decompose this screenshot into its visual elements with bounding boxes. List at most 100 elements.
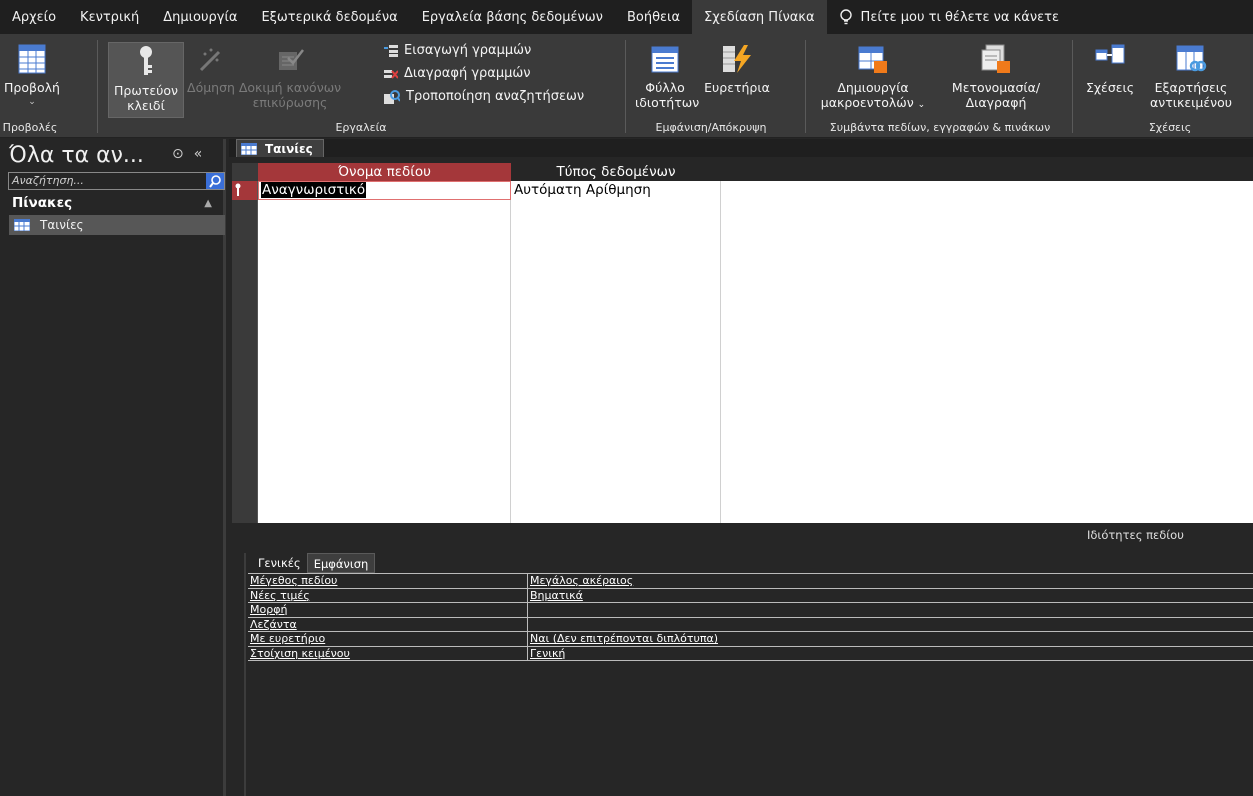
description-cell[interactable]	[721, 428, 1253, 447]
row-selector[interactable]	[232, 428, 258, 447]
view-button[interactable]: Προβολή ⌄	[4, 44, 60, 114]
row-selector[interactable]	[232, 276, 258, 295]
description-cell[interactable]	[721, 390, 1253, 409]
document-tab[interactable]: Ταινίες	[236, 139, 324, 158]
data-type-cell[interactable]	[511, 314, 721, 333]
primary-key-button[interactable]: Πρωτεύον κλειδί	[108, 42, 184, 118]
description-cell[interactable]	[721, 371, 1253, 390]
description-cell[interactable]	[721, 219, 1253, 238]
row-selector[interactable]	[232, 238, 258, 257]
nav-section-tables[interactable]: Πίνακες ▲	[12, 193, 222, 213]
row-selector[interactable]	[232, 466, 258, 485]
nav-search-input[interactable]: Αναζήτηση...	[8, 172, 225, 190]
description-cell[interactable]	[721, 314, 1253, 333]
tab-help[interactable]: Βοήθεια	[615, 0, 692, 34]
property-value[interactable]: Βηματικά	[528, 589, 1253, 603]
row-selector[interactable]	[232, 504, 258, 523]
field-name-cell[interactable]	[258, 371, 511, 390]
field-name-cell[interactable]	[258, 200, 511, 219]
data-type-cell[interactable]	[511, 409, 721, 428]
description-cell[interactable]	[721, 200, 1253, 219]
data-type-cell[interactable]	[511, 257, 721, 276]
object-dependencies-button[interactable]: Εξαρτήσεις αντικειμένου	[1143, 44, 1239, 116]
rename-delete-macro-button[interactable]: Μετονομασία/ Διαγραφή	[946, 44, 1046, 116]
description-cell[interactable]	[721, 466, 1253, 485]
row-selector[interactable]	[232, 333, 258, 352]
tab-general[interactable]: Γενικές	[252, 553, 307, 573]
tab-file[interactable]: Αρχείο	[0, 0, 68, 34]
field-name-cell[interactable]	[258, 314, 511, 333]
description-cell[interactable]	[721, 181, 1253, 200]
row-selector[interactable]	[232, 181, 258, 200]
data-type-cell[interactable]	[511, 333, 721, 352]
builder-button[interactable]: Δόμηση	[186, 44, 236, 114]
nav-pane-title[interactable]: Όλα τα αν...	[9, 139, 144, 171]
property-value[interactable]: Γενική	[528, 647, 1253, 661]
description-cell[interactable]	[721, 352, 1253, 371]
data-type-cell[interactable]	[511, 466, 721, 485]
tab-lookup[interactable]: Εμφάνιση	[306, 553, 376, 573]
column-header-field-name[interactable]: Όνομα πεδίου	[258, 163, 511, 181]
description-cell[interactable]	[721, 295, 1253, 314]
description-cell[interactable]	[721, 333, 1253, 352]
description-cell[interactable]	[721, 409, 1253, 428]
field-name-cell[interactable]	[258, 257, 511, 276]
tab-database-tools[interactable]: Εργαλεία βάσης δεδομένων	[410, 0, 615, 34]
delete-rows-button[interactable]: Διαγραφή γραμμών	[384, 66, 531, 81]
description-cell[interactable]	[721, 485, 1253, 504]
insert-rows-button[interactable]: Εισαγωγή γραμμών	[384, 43, 531, 58]
data-type-cell[interactable]	[511, 276, 721, 295]
row-selector[interactable]	[232, 314, 258, 333]
field-name-cell[interactable]	[258, 333, 511, 352]
data-type-cell[interactable]	[511, 485, 721, 504]
field-name-cell[interactable]	[258, 485, 511, 504]
field-name-cell[interactable]	[258, 352, 511, 371]
field-name-cell[interactable]	[258, 409, 511, 428]
description-cell[interactable]	[721, 276, 1253, 295]
data-type-cell[interactable]	[511, 295, 721, 314]
data-type-cell[interactable]	[511, 219, 721, 238]
nav-section-collapse-icon[interactable]: ▲	[204, 198, 212, 209]
field-name-cell[interactable]	[258, 447, 511, 466]
nav-menu-dropdown-icon[interactable]: ⊙	[172, 146, 184, 162]
data-type-cell[interactable]: Αυτόματη Αρίθμηση	[511, 181, 721, 200]
property-value[interactable]: Μεγάλος ακέραιος	[528, 574, 1253, 588]
row-selector[interactable]	[232, 219, 258, 238]
row-selector[interactable]	[232, 352, 258, 371]
create-data-macros-button[interactable]: Δημιουργία μακροεντολών ⌄	[810, 44, 936, 116]
description-cell[interactable]	[721, 257, 1253, 276]
row-selector[interactable]	[232, 447, 258, 466]
data-type-cell[interactable]	[511, 390, 721, 409]
nav-item-table[interactable]: Ταινίες	[9, 215, 225, 235]
nav-collapse-icon[interactable]: «	[194, 146, 203, 162]
data-type-cell[interactable]	[511, 371, 721, 390]
field-name-cell[interactable]	[258, 390, 511, 409]
row-selector[interactable]	[232, 371, 258, 390]
field-name-cell[interactable]: Αναγνωριστικό	[258, 181, 511, 200]
data-type-cell[interactable]	[511, 447, 721, 466]
column-header-data-type[interactable]: Τύπος δεδομένων	[511, 163, 721, 181]
tab-home[interactable]: Κεντρική	[68, 0, 151, 34]
field-name-cell[interactable]	[258, 238, 511, 257]
test-validation-rules-button[interactable]: Δοκιμή κανόνων επικύρωσης	[238, 44, 342, 116]
data-type-cell[interactable]	[511, 352, 721, 371]
row-selector[interactable]	[232, 295, 258, 314]
field-name-cell[interactable]	[258, 428, 511, 447]
data-type-cell[interactable]	[511, 504, 721, 523]
tab-external-data[interactable]: Εξωτερικά δεδομένα	[249, 0, 409, 34]
relationships-button[interactable]: Σχέσεις	[1082, 44, 1138, 116]
field-name-cell[interactable]	[258, 295, 511, 314]
indexes-button[interactable]: Ευρετήρια	[702, 44, 772, 116]
modify-lookups-button[interactable]: Τροποποίηση αναζητήσεων	[384, 89, 584, 104]
row-selector[interactable]	[232, 390, 258, 409]
description-cell[interactable]	[721, 447, 1253, 466]
tab-create[interactable]: Δημιουργία	[151, 0, 249, 34]
field-name-cell[interactable]	[258, 504, 511, 523]
data-type-cell[interactable]	[511, 428, 721, 447]
row-selector[interactable]	[232, 257, 258, 276]
property-value[interactable]: Ναι (Δεν επιτρέπονται διπλότυπα)	[528, 632, 1253, 646]
field-name-cell[interactable]	[258, 466, 511, 485]
property-value[interactable]	[528, 618, 1253, 632]
row-selector[interactable]	[232, 485, 258, 504]
tell-me-box[interactable]: Πείτε μου τι θέλετε να κάνετε	[827, 0, 1059, 34]
